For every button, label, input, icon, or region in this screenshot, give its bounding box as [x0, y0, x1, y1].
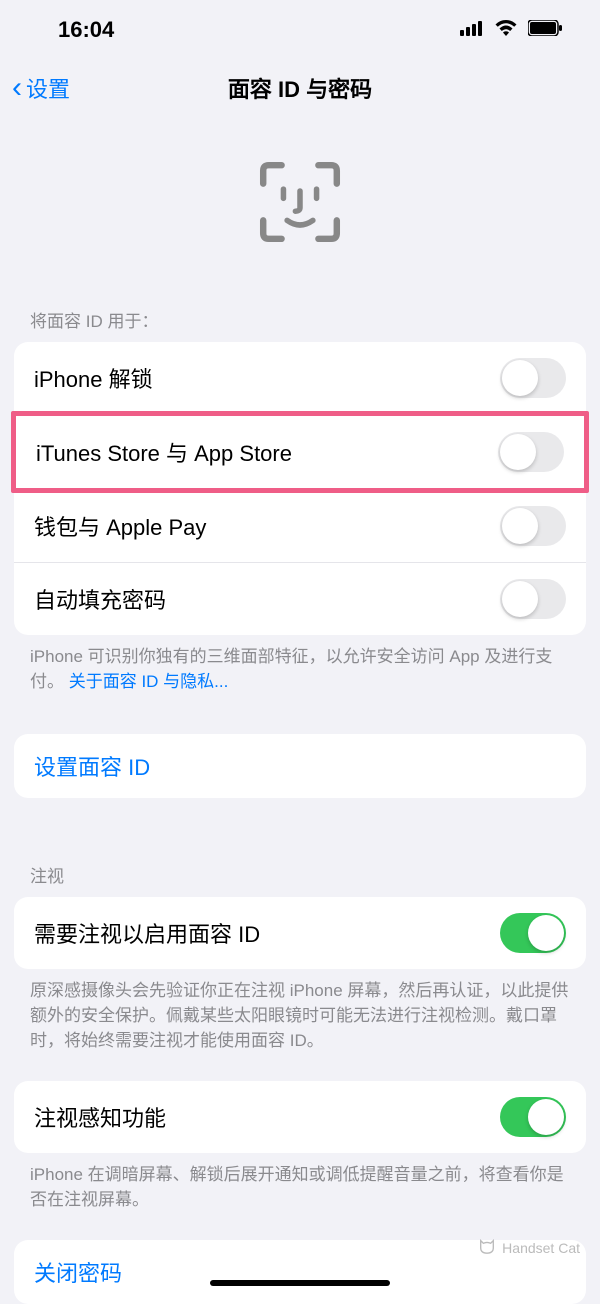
- row-label: iPhone 解锁: [34, 362, 153, 394]
- list-usefor: iPhone 解锁: [14, 342, 586, 414]
- row-itunes-appstore[interactable]: iTunes Store 与 App Store: [16, 416, 584, 488]
- cellular-icon: [460, 20, 484, 41]
- page-title: 面容 ID 与密码: [0, 72, 600, 104]
- row-attention-aware[interactable]: 注视感知功能: [14, 1081, 586, 1153]
- row-wallet-applepay[interactable]: 钱包与 Apple Pay: [14, 490, 586, 563]
- row-iphone-unlock[interactable]: iPhone 解锁: [14, 342, 586, 414]
- row-label: iTunes Store 与 App Store: [36, 436, 292, 468]
- switch-itunes-appstore[interactable]: [498, 432, 564, 472]
- row-require-attention[interactable]: 需要注视以启用面容 ID: [14, 897, 586, 969]
- row-label: 自动填充密码: [34, 583, 166, 615]
- status-time: 16:04: [58, 17, 114, 43]
- switch-wallet-applepay[interactable]: [500, 506, 566, 546]
- battery-icon: [528, 20, 562, 41]
- list-attention-aware: 注视感知功能: [14, 1081, 586, 1153]
- back-button[interactable]: ‹ 设置: [0, 72, 70, 104]
- home-indicator[interactable]: [210, 1280, 390, 1286]
- row-autofill-password[interactable]: 自动填充密码: [14, 563, 586, 635]
- row-label: 设置面容 ID: [34, 750, 150, 782]
- privacy-link[interactable]: 关于面容 ID 与隐私...: [69, 672, 229, 691]
- switch-attention-aware[interactable]: [500, 1097, 566, 1137]
- row-label: 关闭密码: [34, 1256, 122, 1288]
- faceid-hero: [0, 116, 600, 283]
- status-bar: 16:04: [0, 0, 600, 60]
- list-attention: 需要注视以启用面容 ID: [14, 897, 586, 969]
- list-usefor-cont: 钱包与 Apple Pay 自动填充密码: [14, 490, 586, 635]
- faceid-icon: [254, 156, 346, 253]
- highlight-itunes: iTunes Store 与 App Store: [11, 411, 589, 493]
- list-setup: 设置面容 ID: [14, 734, 586, 798]
- row-label: 钱包与 Apple Pay: [34, 510, 206, 542]
- status-icons: [460, 19, 562, 42]
- chevron-left-icon: ‹: [12, 73, 22, 103]
- back-label: 设置: [26, 72, 70, 104]
- watermark: Handset Cat: [478, 1237, 580, 1258]
- row-setup-faceid[interactable]: 设置面容 ID: [14, 734, 586, 798]
- section-header-attention: 注视: [0, 838, 600, 897]
- switch-require-attention[interactable]: [500, 913, 566, 953]
- section-footer-usefor: iPhone 可识别你独有的三维面部特征，以允许安全访问 App 及进行支付。 …: [0, 635, 600, 694]
- nav-bar: ‹ 设置 面容 ID 与密码: [0, 60, 600, 116]
- row-label: 需要注视以启用面容 ID: [34, 917, 260, 949]
- cat-icon: [478, 1237, 496, 1258]
- wifi-icon: [494, 19, 518, 42]
- section-header-usefor: 将面容 ID 用于：: [0, 283, 600, 342]
- switch-autofill-password[interactable]: [500, 579, 566, 619]
- row-label: 注视感知功能: [34, 1101, 166, 1133]
- section-footer-attention2: iPhone 在调暗屏幕、解锁后展开通知或调低提醒音量之前，将查看你是否在注视屏…: [0, 1153, 600, 1212]
- section-footer-attention1: 原深感摄像头会先验证你正在注视 iPhone 屏幕，然后再认证，以此提供额外的安…: [0, 969, 600, 1053]
- switch-iphone-unlock[interactable]: [500, 358, 566, 398]
